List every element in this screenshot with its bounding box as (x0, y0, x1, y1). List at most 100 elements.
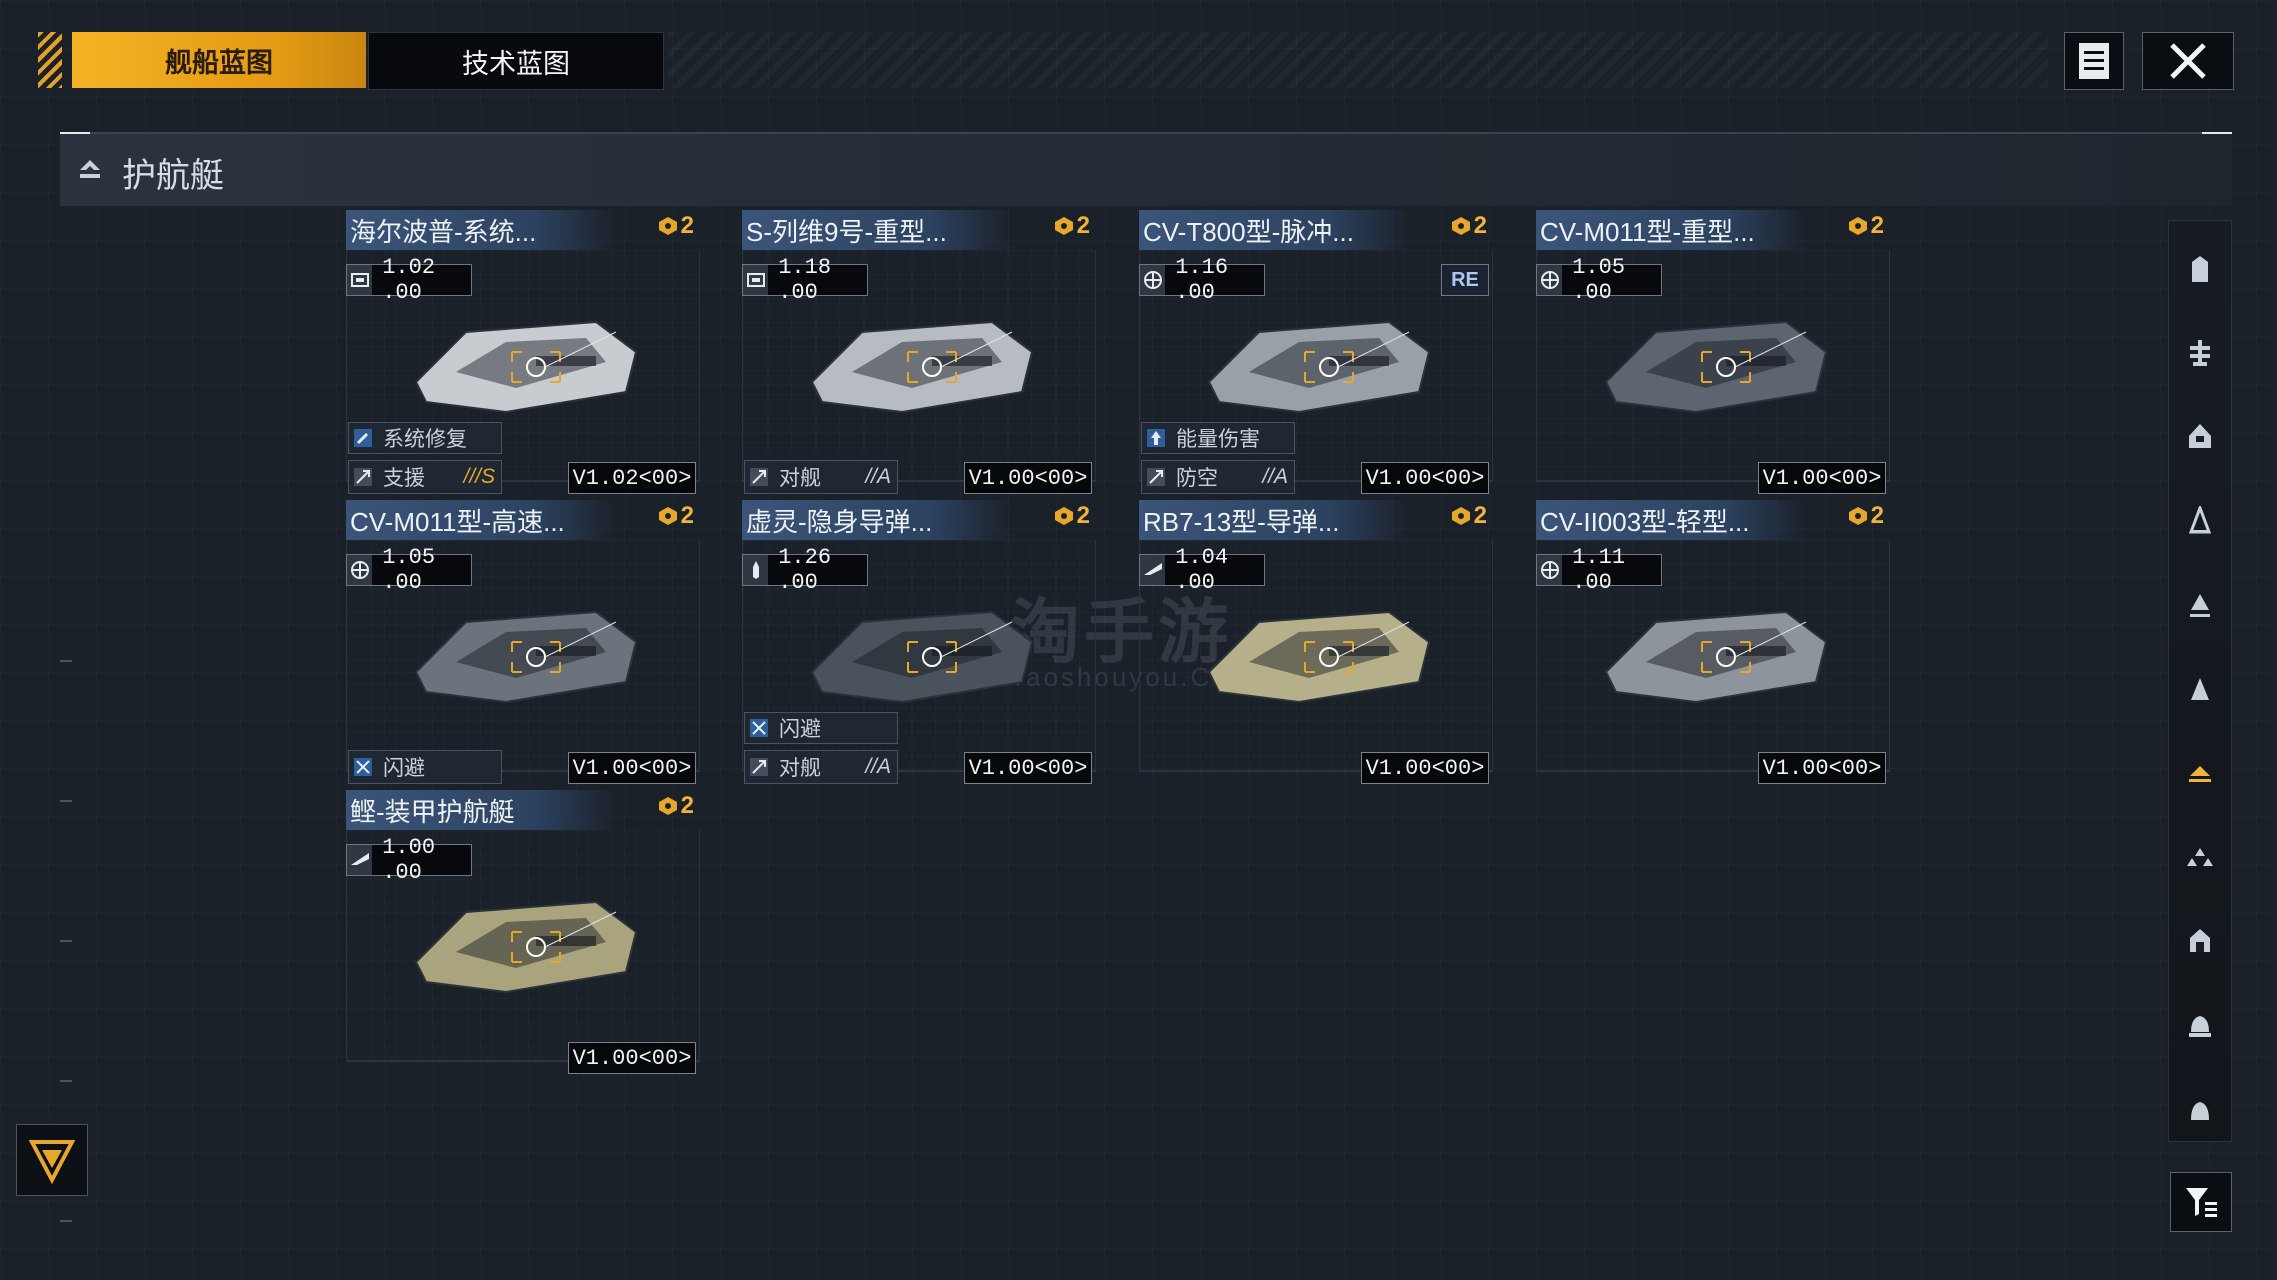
class-aux-icon[interactable] (2180, 921, 2220, 961)
blueprint-chip-icon (658, 217, 677, 235)
tab-label: 舰船蓝图 (165, 47, 273, 78)
blueprint-count-value: 2 (680, 212, 694, 239)
top-bar-decoration (668, 32, 2048, 88)
ship-image (782, 292, 1062, 432)
module-icon (347, 265, 373, 295)
class-utility-icon[interactable] (2180, 1089, 2220, 1129)
role-grade: //A (865, 755, 891, 778)
version-button[interactable]: V1.02<00> (568, 462, 696, 494)
close-button[interactable] (2142, 32, 2234, 90)
tab-label: 技术蓝图 (462, 48, 570, 79)
version-button[interactable]: V1.00<00> (1361, 752, 1489, 784)
class-support-icon[interactable] (2180, 1005, 2220, 1045)
class-carrier-icon[interactable] (2180, 249, 2220, 289)
role-label: 防空 (1176, 467, 1218, 490)
version-button[interactable]: V1.00<00> (568, 752, 696, 784)
blueprint-count: 2 (1847, 212, 1884, 240)
wing-icon (1140, 555, 1166, 585)
rank-badge[interactable] (16, 1124, 88, 1196)
role-tag: 防空 //A (1141, 460, 1295, 494)
blueprint-count: 2 (1450, 212, 1487, 240)
ship-card[interactable]: RB7-13型-导弹... 2 1.04 .00 V1.00<00> (1139, 500, 1493, 784)
ship-name: CV-T800型-脉冲... (1143, 217, 1354, 247)
class-battleship-icon[interactable] (2180, 333, 2220, 373)
blueprint-chip-icon (1848, 507, 1867, 525)
blueprint-count-value: 2 (680, 792, 694, 819)
ship-name: S-列维9号-重型... (746, 217, 947, 247)
role-icon (745, 753, 773, 781)
blueprint-list-button[interactable] (2064, 32, 2124, 90)
role-grade: //A (865, 465, 891, 488)
role-icon (349, 463, 377, 491)
document-list-icon (2079, 43, 2109, 79)
role-tag: 对舰 //A (744, 460, 898, 494)
blueprint-chip-icon (658, 507, 677, 525)
blueprint-count: 2 (657, 792, 694, 820)
ship-card[interactable]: CV-T800型-脉冲... 2 1.16 .00 RE 能量伤害 防空 //A… (1139, 210, 1493, 494)
close-icon (2170, 43, 2206, 79)
blueprint-chip-icon (1054, 507, 1073, 525)
skill-tag: 闪避 (744, 712, 898, 744)
blueprint-chip-icon (1451, 507, 1470, 525)
role-tag: 支援 ///S (348, 460, 502, 494)
ship-name: 海尔波普-系统... (350, 217, 537, 247)
ship-image (386, 872, 666, 1012)
role-label: 支援 (383, 467, 425, 490)
version-button[interactable]: V1.00<00> (964, 462, 1092, 494)
tab-tech-blueprint[interactable]: 技术蓝图 (368, 32, 664, 90)
version-button[interactable]: V1.00<00> (1758, 462, 1886, 494)
class-escort-icon[interactable] (2180, 753, 2220, 793)
role-tag: 闪避 (348, 750, 502, 784)
version-button[interactable]: V1.00<00> (1758, 752, 1886, 784)
version-button[interactable]: V1.00<00> (1361, 462, 1489, 494)
blueprint-count-value: 2 (1076, 502, 1090, 529)
evade-icon (349, 753, 377, 781)
class-destroyer-icon[interactable] (2180, 501, 2220, 541)
role-grade: //A (1262, 465, 1288, 488)
blueprint-count: 2 (1053, 212, 1090, 240)
role-label: 闪避 (383, 757, 425, 780)
role-tag: 对舰 //A (744, 750, 898, 784)
blueprint-count: 2 (1847, 502, 1884, 530)
ship-card[interactable]: CV-M011型-重型... 2 1.05 .00 V1.00<00> (1536, 210, 1890, 494)
ship-image (386, 292, 666, 432)
left-scale-ticks (60, 660, 74, 1260)
ship-card[interactable]: 海尔波普-系统... 2 1.02 .00 系统修复 支援 ///S V1.02… (346, 210, 700, 494)
filter-icon (2186, 1188, 2217, 1217)
blueprint-chip-icon (1848, 217, 1867, 235)
tab-ship-blueprint[interactable]: 舰船蓝图 (72, 32, 366, 88)
ship-image (1576, 292, 1856, 432)
class-cruiser-icon[interactable] (2180, 417, 2220, 457)
skill-label: 能量伤害 (1176, 428, 1260, 451)
blueprint-chip-icon (658, 797, 677, 815)
blueprint-chip-icon (1451, 217, 1470, 235)
filter-button[interactable] (2170, 1172, 2232, 1232)
blueprint-count-value: 2 (1870, 212, 1884, 239)
ship-name: 虚灵-隐身导弹... (746, 507, 933, 537)
ship-card[interactable]: CV-II003型-轻型... 2 1.11 .00 V1.00<00> (1536, 500, 1890, 784)
role-grade: ///S (463, 465, 495, 488)
ship-card[interactable]: 虚灵-隐身导弹... 2 1.26 .00 闪避 对舰 //A V1.00<00… (742, 500, 1096, 784)
blueprint-count-value: 2 (1870, 502, 1884, 529)
skill-label: 闪避 (779, 718, 821, 741)
blueprint-chip-icon (1054, 217, 1073, 235)
role-icon (745, 463, 773, 491)
evade-icon (745, 714, 773, 742)
ship-name: 鲣-装甲护航艇 (350, 797, 515, 827)
blueprint-count: 2 (657, 212, 694, 240)
ship-card[interactable]: S-列维9号-重型... 2 1.18 .00 对舰 //A V1.00<00> (742, 210, 1096, 494)
class-corvette-icon[interactable] (2180, 669, 2220, 709)
ship-image (1179, 582, 1459, 722)
class-frigate-icon[interactable] (2180, 585, 2220, 625)
version-button[interactable]: V1.00<00> (568, 1042, 696, 1074)
energy-icon (1142, 424, 1170, 452)
globe-icon (1140, 265, 1166, 295)
ship-card[interactable]: 鲣-装甲护航艇 2 1.00 .00 V1.00<00> (346, 790, 700, 1074)
ship-image (1179, 292, 1459, 432)
blueprint-count: 2 (657, 502, 694, 530)
version-button[interactable]: V1.00<00> (964, 752, 1092, 784)
blueprint-count-value: 2 (1473, 502, 1487, 529)
class-fighter-icon[interactable] (2180, 837, 2220, 877)
blueprint-count: 2 (1450, 502, 1487, 530)
ship-card[interactable]: CV-M011型-高速... 2 1.05 .00 闪避 V1.00<00> (346, 500, 700, 784)
